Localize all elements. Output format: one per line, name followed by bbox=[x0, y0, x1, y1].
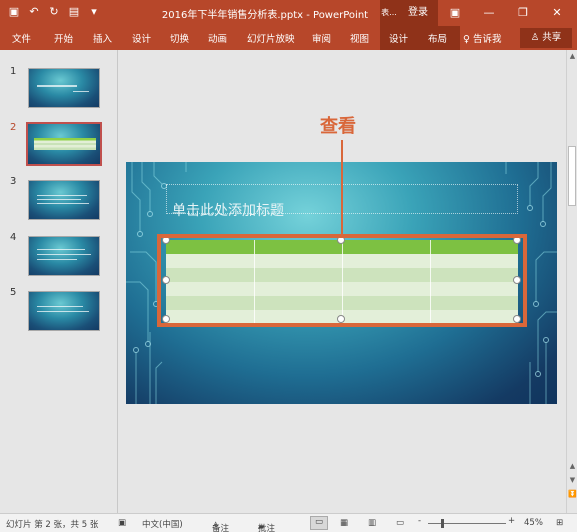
share-label: 共享 bbox=[542, 32, 562, 43]
zoom-level[interactable]: 45% bbox=[524, 518, 543, 528]
login-button[interactable]: 登录 bbox=[398, 0, 438, 26]
present-from-start-icon[interactable]: ▤ bbox=[66, 4, 82, 20]
tab-design[interactable]: 设计 bbox=[132, 31, 151, 45]
close-button[interactable]: ✕ bbox=[540, 0, 574, 26]
slide-thumbnail-pane[interactable]: 1 2 3 4 5 bbox=[0, 50, 118, 513]
tab-file[interactable]: 文件 bbox=[12, 31, 31, 45]
zoom-out-button[interactable]: - bbox=[418, 516, 421, 526]
title-bar: ▣ ↶ ↻ ▤ ▾ 2016年下半年销售分析表.pptx - PowerPoin… bbox=[0, 0, 577, 26]
normal-view-icon[interactable]: ▭ bbox=[310, 516, 328, 530]
maximize-button[interactable]: ❐ bbox=[506, 0, 540, 26]
minimize-button[interactable]: — bbox=[472, 0, 506, 26]
tab-table-layout[interactable]: 布局 bbox=[428, 31, 447, 45]
tab-transitions[interactable]: 切换 bbox=[170, 31, 189, 45]
slide-thumbnail-4[interactable] bbox=[28, 236, 100, 276]
quick-access-toolbar: ▣ ↶ ↻ ▤ ▾ bbox=[6, 4, 102, 20]
undo-icon[interactable]: ↶ bbox=[26, 4, 42, 20]
spelling-check-icon[interactable]: ▣ bbox=[118, 518, 126, 528]
slide-count: 幻灯片 第 2 张，共 5 张 bbox=[6, 520, 99, 530]
document-title: 2016年下半年销售分析表.pptx - PowerPoint bbox=[161, 10, 369, 21]
ribbon-tabs: 文件 开始 插入 设计 切换 动画 幻灯片放映 审阅 视图 设计 布局 ♀ 告诉… bbox=[0, 26, 577, 50]
slide-sorter-icon[interactable]: ▦ bbox=[340, 518, 348, 528]
scroll-up-arrow-icon[interactable]: ▲ bbox=[567, 462, 577, 470]
notes-label: 备注 bbox=[212, 524, 230, 532]
thumb-number: 4 bbox=[10, 232, 17, 243]
reading-view-icon[interactable]: ▥ bbox=[368, 518, 376, 528]
save-icon[interactable]: ▣ bbox=[6, 4, 22, 20]
tab-table-design[interactable]: 设计 bbox=[389, 31, 408, 45]
tab-view[interactable]: 视图 bbox=[350, 31, 369, 45]
lightbulb-icon: ♀ bbox=[463, 34, 470, 45]
scroll-up-icon[interactable]: ▲ bbox=[567, 52, 577, 60]
tab-review[interactable]: 审阅 bbox=[312, 31, 331, 45]
thumb-number: 2 bbox=[10, 122, 17, 133]
annotation-label: 查看 bbox=[320, 116, 356, 137]
title-placeholder-text: 单击此处添加标题 bbox=[172, 203, 284, 219]
thumb-number: 5 bbox=[10, 287, 17, 298]
slideshow-icon[interactable]: ▭ bbox=[396, 518, 404, 528]
person-icon: ♙ bbox=[530, 32, 540, 43]
slide-thumbnail-1[interactable] bbox=[28, 68, 100, 108]
table-tools-label: 表... bbox=[380, 0, 398, 26]
language-indicator[interactable]: 中文(中国) bbox=[142, 518, 183, 530]
fit-slide-icon[interactable]: ⊞ bbox=[556, 518, 563, 528]
next-slide-icon[interactable]: ⏬ bbox=[567, 490, 577, 498]
tab-home[interactable]: 开始 bbox=[54, 31, 73, 45]
tab-slideshow[interactable]: 幻灯片放映 bbox=[247, 31, 295, 45]
thumb-number: 1 bbox=[10, 66, 17, 77]
customize-qat-icon[interactable]: ▾ bbox=[86, 4, 102, 20]
slide-thumbnail-5[interactable] bbox=[28, 291, 100, 331]
vertical-scrollbar[interactable]: ▲ ▲ ▼ ⏬ bbox=[566, 50, 577, 513]
tab-insert[interactable]: 插入 bbox=[93, 31, 112, 45]
scroll-down-icon[interactable]: ▼ bbox=[567, 476, 577, 484]
status-bar: 幻灯片 第 2 张，共 5 张 ▣ 中文(中国) ≜ 备注 ▰ 批注 ▭ ▦ ▥… bbox=[0, 513, 577, 532]
zoom-slider-thumb[interactable] bbox=[441, 519, 444, 528]
tab-animations[interactable]: 动画 bbox=[208, 31, 227, 45]
slide-thumbnail-2[interactable] bbox=[26, 122, 102, 166]
annotation-highlight-frame bbox=[157, 234, 527, 327]
tell-me-label: 告诉我 bbox=[473, 34, 502, 45]
share-button[interactable]: ♙ 共享 bbox=[520, 28, 572, 48]
annotation-pointer-line bbox=[341, 140, 343, 238]
slide-thumbnail-3[interactable] bbox=[28, 180, 100, 220]
zoom-in-button[interactable]: + bbox=[508, 516, 515, 526]
zoom-slider[interactable] bbox=[428, 523, 506, 524]
scrollbar-thumb[interactable] bbox=[568, 146, 576, 206]
redo-icon[interactable]: ↻ bbox=[46, 4, 62, 20]
thumb-number: 3 bbox=[10, 176, 17, 187]
tell-me-box[interactable]: ♀ 告诉我 bbox=[463, 31, 502, 45]
ribbon-display-options-icon[interactable]: ▣ bbox=[438, 0, 472, 26]
comments-label: 批注 bbox=[258, 524, 276, 532]
